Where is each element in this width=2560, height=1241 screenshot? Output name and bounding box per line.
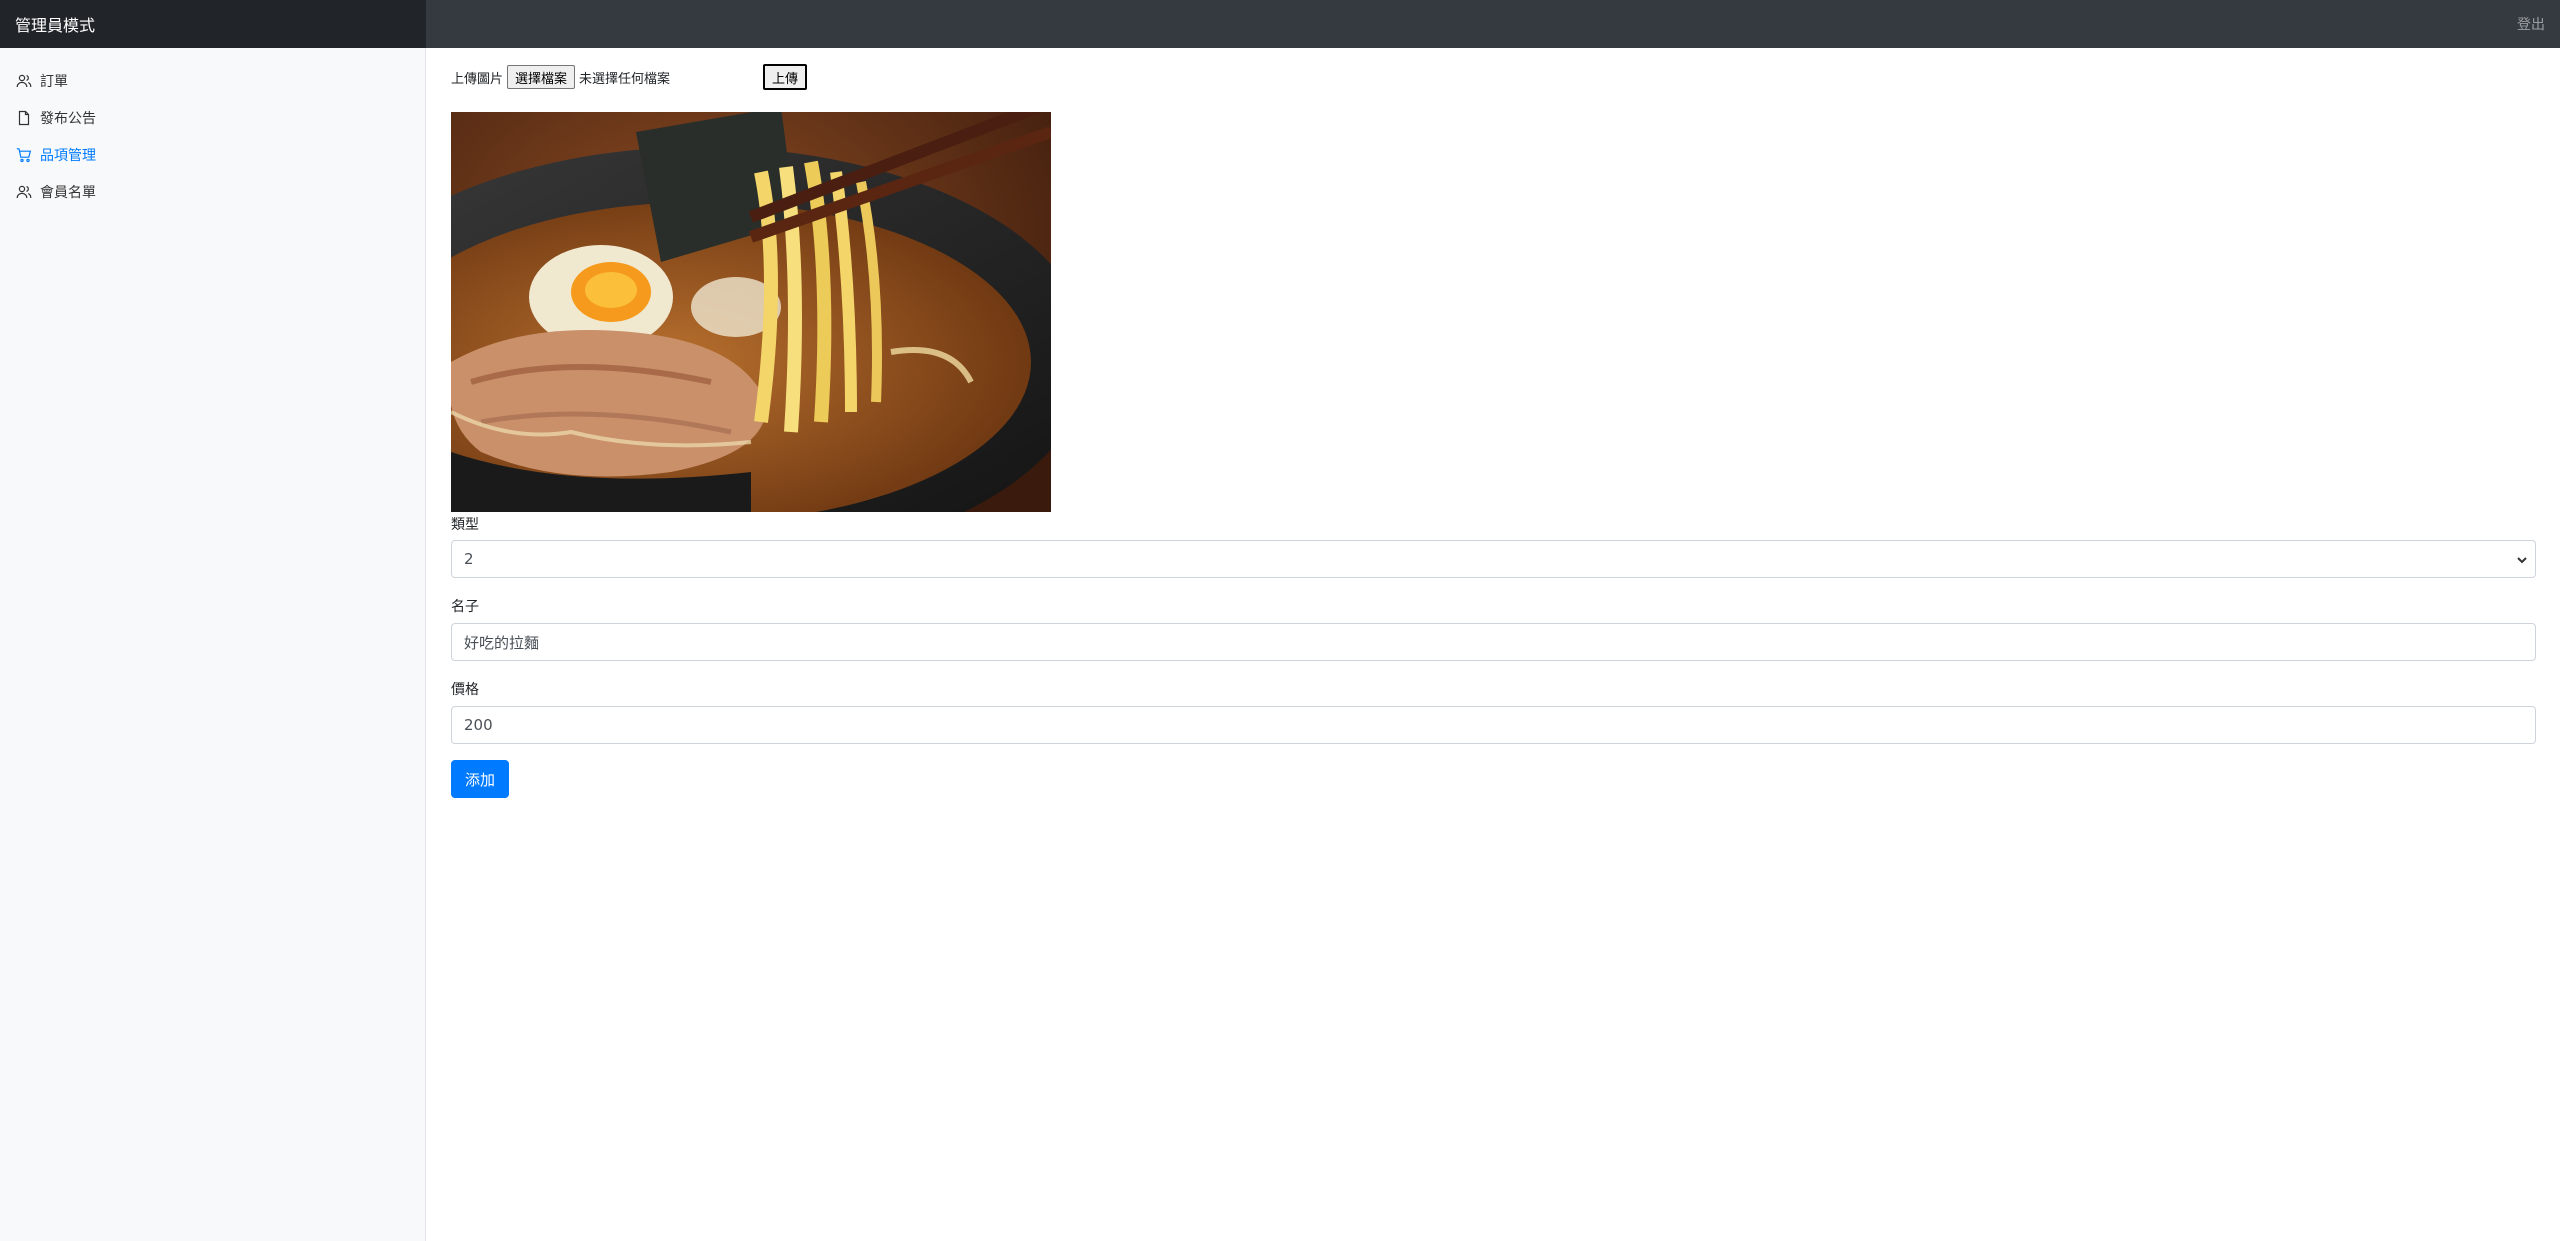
sidebar-item-label: 發布公告 bbox=[40, 110, 96, 127]
price-input[interactable]: 200 bbox=[451, 706, 2536, 744]
file-icon bbox=[18, 110, 30, 125]
image-upload-row: 上傳圖片 選擇檔案 未選擇任何檔案 上傳 bbox=[451, 64, 808, 90]
choose-file-button[interactable]: 選擇檔案 bbox=[507, 65, 576, 89]
name-input[interactable]: 好吃的拉麵 bbox=[451, 623, 2536, 661]
add-button[interactable]: 添加 bbox=[451, 760, 509, 798]
file-status-text: 未選擇任何檔案 bbox=[579, 71, 671, 87]
sidebar-item-orders[interactable]: 訂單 bbox=[0, 62, 425, 99]
sidebar-item-members[interactable]: 會員名單 bbox=[0, 173, 425, 210]
users-icon bbox=[16, 74, 32, 87]
type-select-value: 2 bbox=[464, 550, 474, 568]
sidebar-item-label: 品項管理 bbox=[40, 147, 96, 164]
ramen-image bbox=[451, 112, 1051, 512]
users-icon bbox=[16, 185, 32, 198]
sidebar-item-label: 訂單 bbox=[40, 73, 68, 90]
sidebar-item-announcement[interactable]: 發布公告 bbox=[0, 99, 425, 136]
upload-label: 上傳圖片 bbox=[451, 71, 504, 87]
brand-title[interactable]: 管理員模式 bbox=[0, 0, 426, 48]
sidebar-item-products[interactable]: 品項管理 bbox=[0, 136, 425, 173]
top-navbar: 管理員模式 登出 bbox=[0, 0, 2560, 48]
type-label: 類型 bbox=[451, 517, 479, 533]
type-select[interactable]: 2 bbox=[451, 540, 2536, 578]
upload-button[interactable]: 上傳 bbox=[763, 64, 808, 90]
name-label: 名子 bbox=[451, 599, 479, 615]
shopping-cart-icon bbox=[16, 147, 32, 162]
chevron-down-icon bbox=[2517, 557, 2527, 564]
signout-link[interactable]: 登出 bbox=[2517, 0, 2545, 48]
price-label: 價格 bbox=[451, 682, 479, 698]
sidebar: 訂單 發布公告 品項管理 會員名單 bbox=[0, 48, 426, 1241]
sidebar-item-label: 會員名單 bbox=[40, 184, 96, 201]
